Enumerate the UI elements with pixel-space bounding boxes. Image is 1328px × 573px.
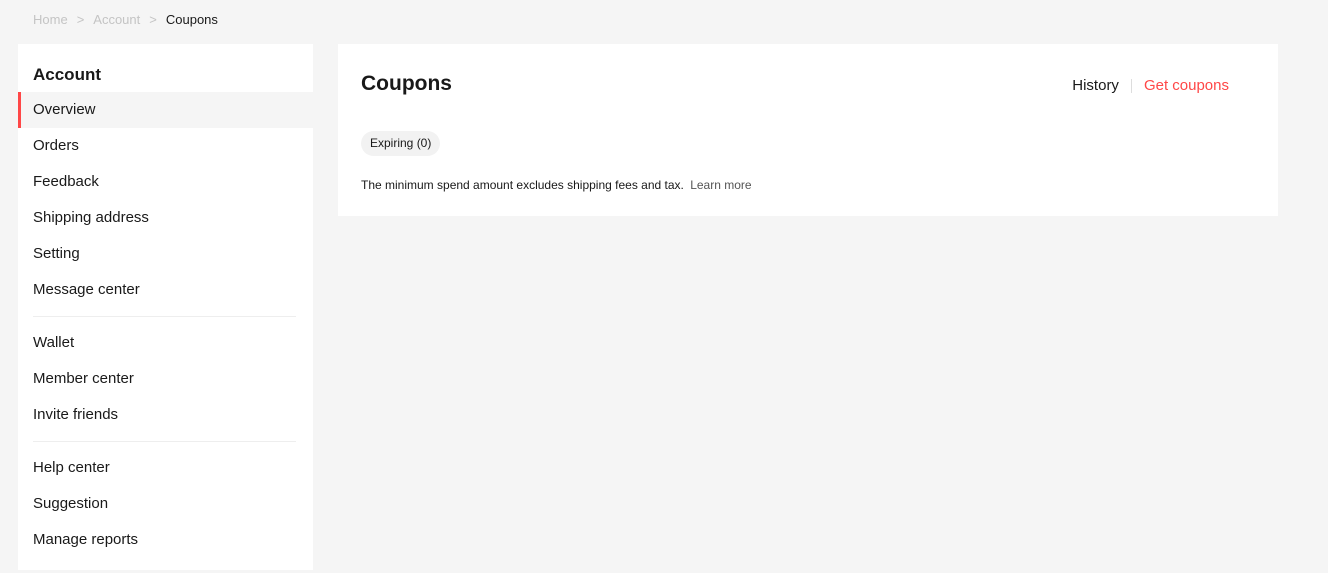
sidebar-item-message-center[interactable]: Message center	[18, 272, 313, 308]
sidebar-item-wallet[interactable]: Wallet	[18, 325, 313, 361]
breadcrumb-separator: >	[76, 12, 85, 27]
sidebar-item-overview[interactable]: Overview	[18, 92, 313, 128]
sidebar-heading: Account	[33, 65, 101, 84]
sidebar-item-shipping-address[interactable]: Shipping address	[18, 200, 313, 236]
account-sidebar: Account Overview Orders Feedback Shippin…	[18, 44, 313, 570]
breadcrumb-current: Coupons	[165, 12, 218, 27]
minimum-spend-note: The minimum spend amount excludes shippi…	[361, 177, 752, 193]
sidebar-item-manage-reports[interactable]: Manage reports	[18, 522, 313, 558]
header-links: History Get coupons	[1072, 77, 1229, 95]
link-divider	[1130, 79, 1132, 93]
learn-more-link[interactable]: Learn more	[690, 178, 751, 192]
sidebar-divider	[33, 441, 296, 442]
get-coupons-link[interactable]: Get coupons	[1144, 77, 1229, 95]
history-link[interactable]: History	[1072, 77, 1119, 95]
sidebar-item-suggestion[interactable]: Suggestion	[18, 486, 313, 522]
sidebar-item-help-center[interactable]: Help center	[18, 450, 313, 486]
expiring-filter-tab[interactable]: Expiring (0)	[361, 131, 441, 156]
sidebar-item-setting[interactable]: Setting	[18, 236, 313, 272]
page-title: Coupons	[361, 72, 452, 95]
breadcrumb-home-link[interactable]: Home	[33, 12, 68, 28]
note-text: The minimum spend amount excludes shippi…	[361, 178, 684, 192]
breadcrumb: Home > Account > Coupons	[33, 12, 218, 28]
sidebar-item-member-center[interactable]: Member center	[18, 361, 313, 397]
coupons-panel: Coupons History Get coupons Expiring (0)…	[338, 44, 1278, 216]
sidebar-item-orders[interactable]: Orders	[18, 128, 313, 164]
breadcrumb-separator: >	[149, 12, 157, 27]
sidebar-item-invite-friends[interactable]: Invite friends	[18, 397, 313, 433]
breadcrumb-account-link[interactable]: Account	[93, 12, 140, 28]
sidebar-item-feedback[interactable]: Feedback	[18, 164, 313, 200]
sidebar-divider	[33, 316, 296, 317]
